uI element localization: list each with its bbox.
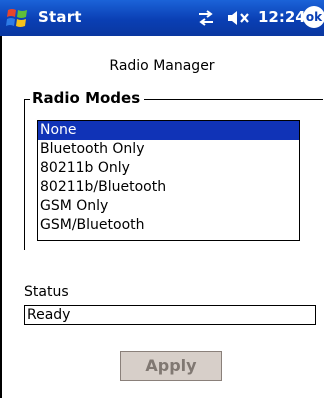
windows-start-flag-icon[interactable] bbox=[5, 6, 31, 30]
list-item-none[interactable]: None bbox=[38, 121, 299, 140]
speaker-volume-icon[interactable] bbox=[226, 9, 254, 27]
list-item-80211b-bluetooth[interactable]: 80211b/Bluetooth bbox=[38, 178, 299, 197]
status-label: Status bbox=[24, 284, 69, 300]
ok-button[interactable]: ok bbox=[303, 6, 324, 28]
status-field: Ready bbox=[24, 305, 316, 325]
list-item-bluetooth-only[interactable]: Bluetooth Only bbox=[38, 140, 299, 159]
list-item-80211b-only[interactable]: 80211b Only bbox=[38, 159, 299, 178]
title-bar: Start 12:24 ok bbox=[0, 0, 324, 36]
app-title[interactable]: Start bbox=[38, 8, 82, 26]
apply-button[interactable]: Apply bbox=[120, 351, 222, 381]
radio-modes-group-label: Radio Modes bbox=[30, 89, 145, 107]
clock[interactable]: 12:24 bbox=[258, 8, 306, 26]
page-title: Radio Manager bbox=[109, 58, 215, 74]
connectivity-arrows-icon[interactable] bbox=[196, 9, 216, 27]
left-edge-divider bbox=[0, 36, 2, 398]
radio-modes-listbox[interactable]: None Bluetooth Only 80211b Only 80211b/B… bbox=[37, 120, 300, 241]
list-item-gsm-bluetooth[interactable]: GSM/Bluetooth bbox=[38, 216, 299, 235]
list-item-gsm-only[interactable]: GSM Only bbox=[38, 197, 299, 216]
